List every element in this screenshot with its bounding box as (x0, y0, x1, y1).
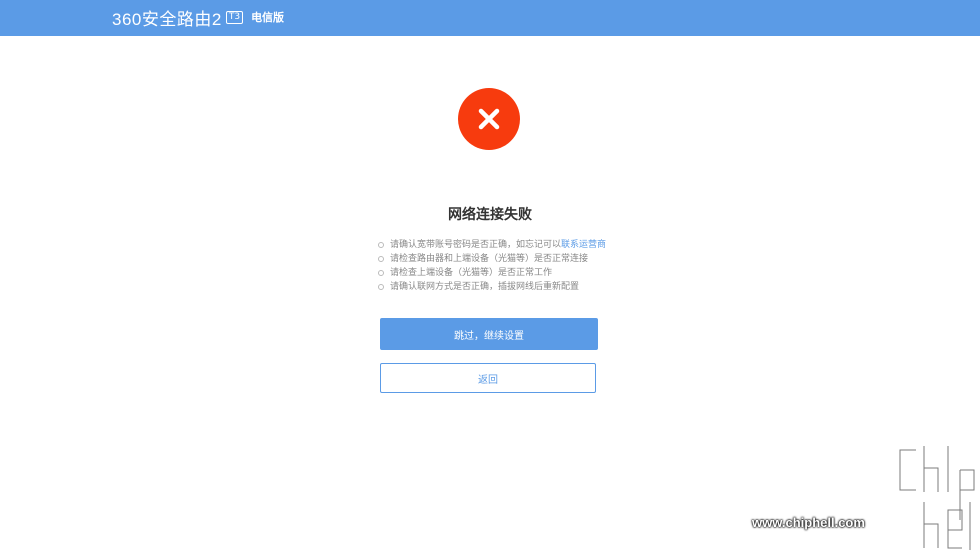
bullet-icon (378, 284, 384, 290)
contact-isp-link[interactable]: 联系运营商 (561, 240, 606, 250)
tip-text: 请检查路由器和上端设备（光猫等）是否正常连接 (390, 254, 589, 264)
chiphell-watermark-logo (896, 442, 978, 554)
tip-text: 请检查上端设备（光猫等）是否正常工作 (390, 268, 553, 278)
tip-text: 请确认联网方式是否正确，插拔网线后重新配置 (390, 282, 580, 292)
list-item: 请确认联网方式是否正确，插拔网线后重新配置 (378, 280, 606, 294)
list-item: 请检查上端设备（光猫等）是否正常工作 (378, 266, 606, 280)
bullet-icon (378, 242, 384, 248)
list-item: 请确认宽带账号密码是否正确，如忘记可以联系运营商 (378, 238, 606, 252)
close-icon (458, 88, 520, 150)
tips-list: 请确认宽带账号密码是否正确，如忘记可以联系运营商 请检查路由器和上端设备（光猫等… (378, 238, 606, 294)
skip-continue-button[interactable]: 跳过，继续设置 (380, 318, 598, 350)
list-item: 请检查路由器和上端设备（光猫等）是否正常连接 (378, 252, 606, 266)
logo-text: 360安全路由2 (112, 9, 222, 29)
edition-label: 电信版 (251, 11, 285, 24)
watermark-url: www.chiphell.com (752, 515, 865, 530)
logo: 360安全路由2 T3 电信版 (112, 6, 285, 29)
bullet-icon (378, 270, 384, 276)
tip-text: 请确认宽带账号密码是否正确，如忘记可以 (390, 240, 562, 250)
bullet-icon (378, 256, 384, 262)
back-button[interactable]: 返回 (380, 363, 596, 393)
header-bar: 360安全路由2 T3 电信版 (0, 0, 980, 36)
model-badge: T3 (225, 10, 244, 24)
page-title: 网络连接失败 (448, 207, 532, 223)
